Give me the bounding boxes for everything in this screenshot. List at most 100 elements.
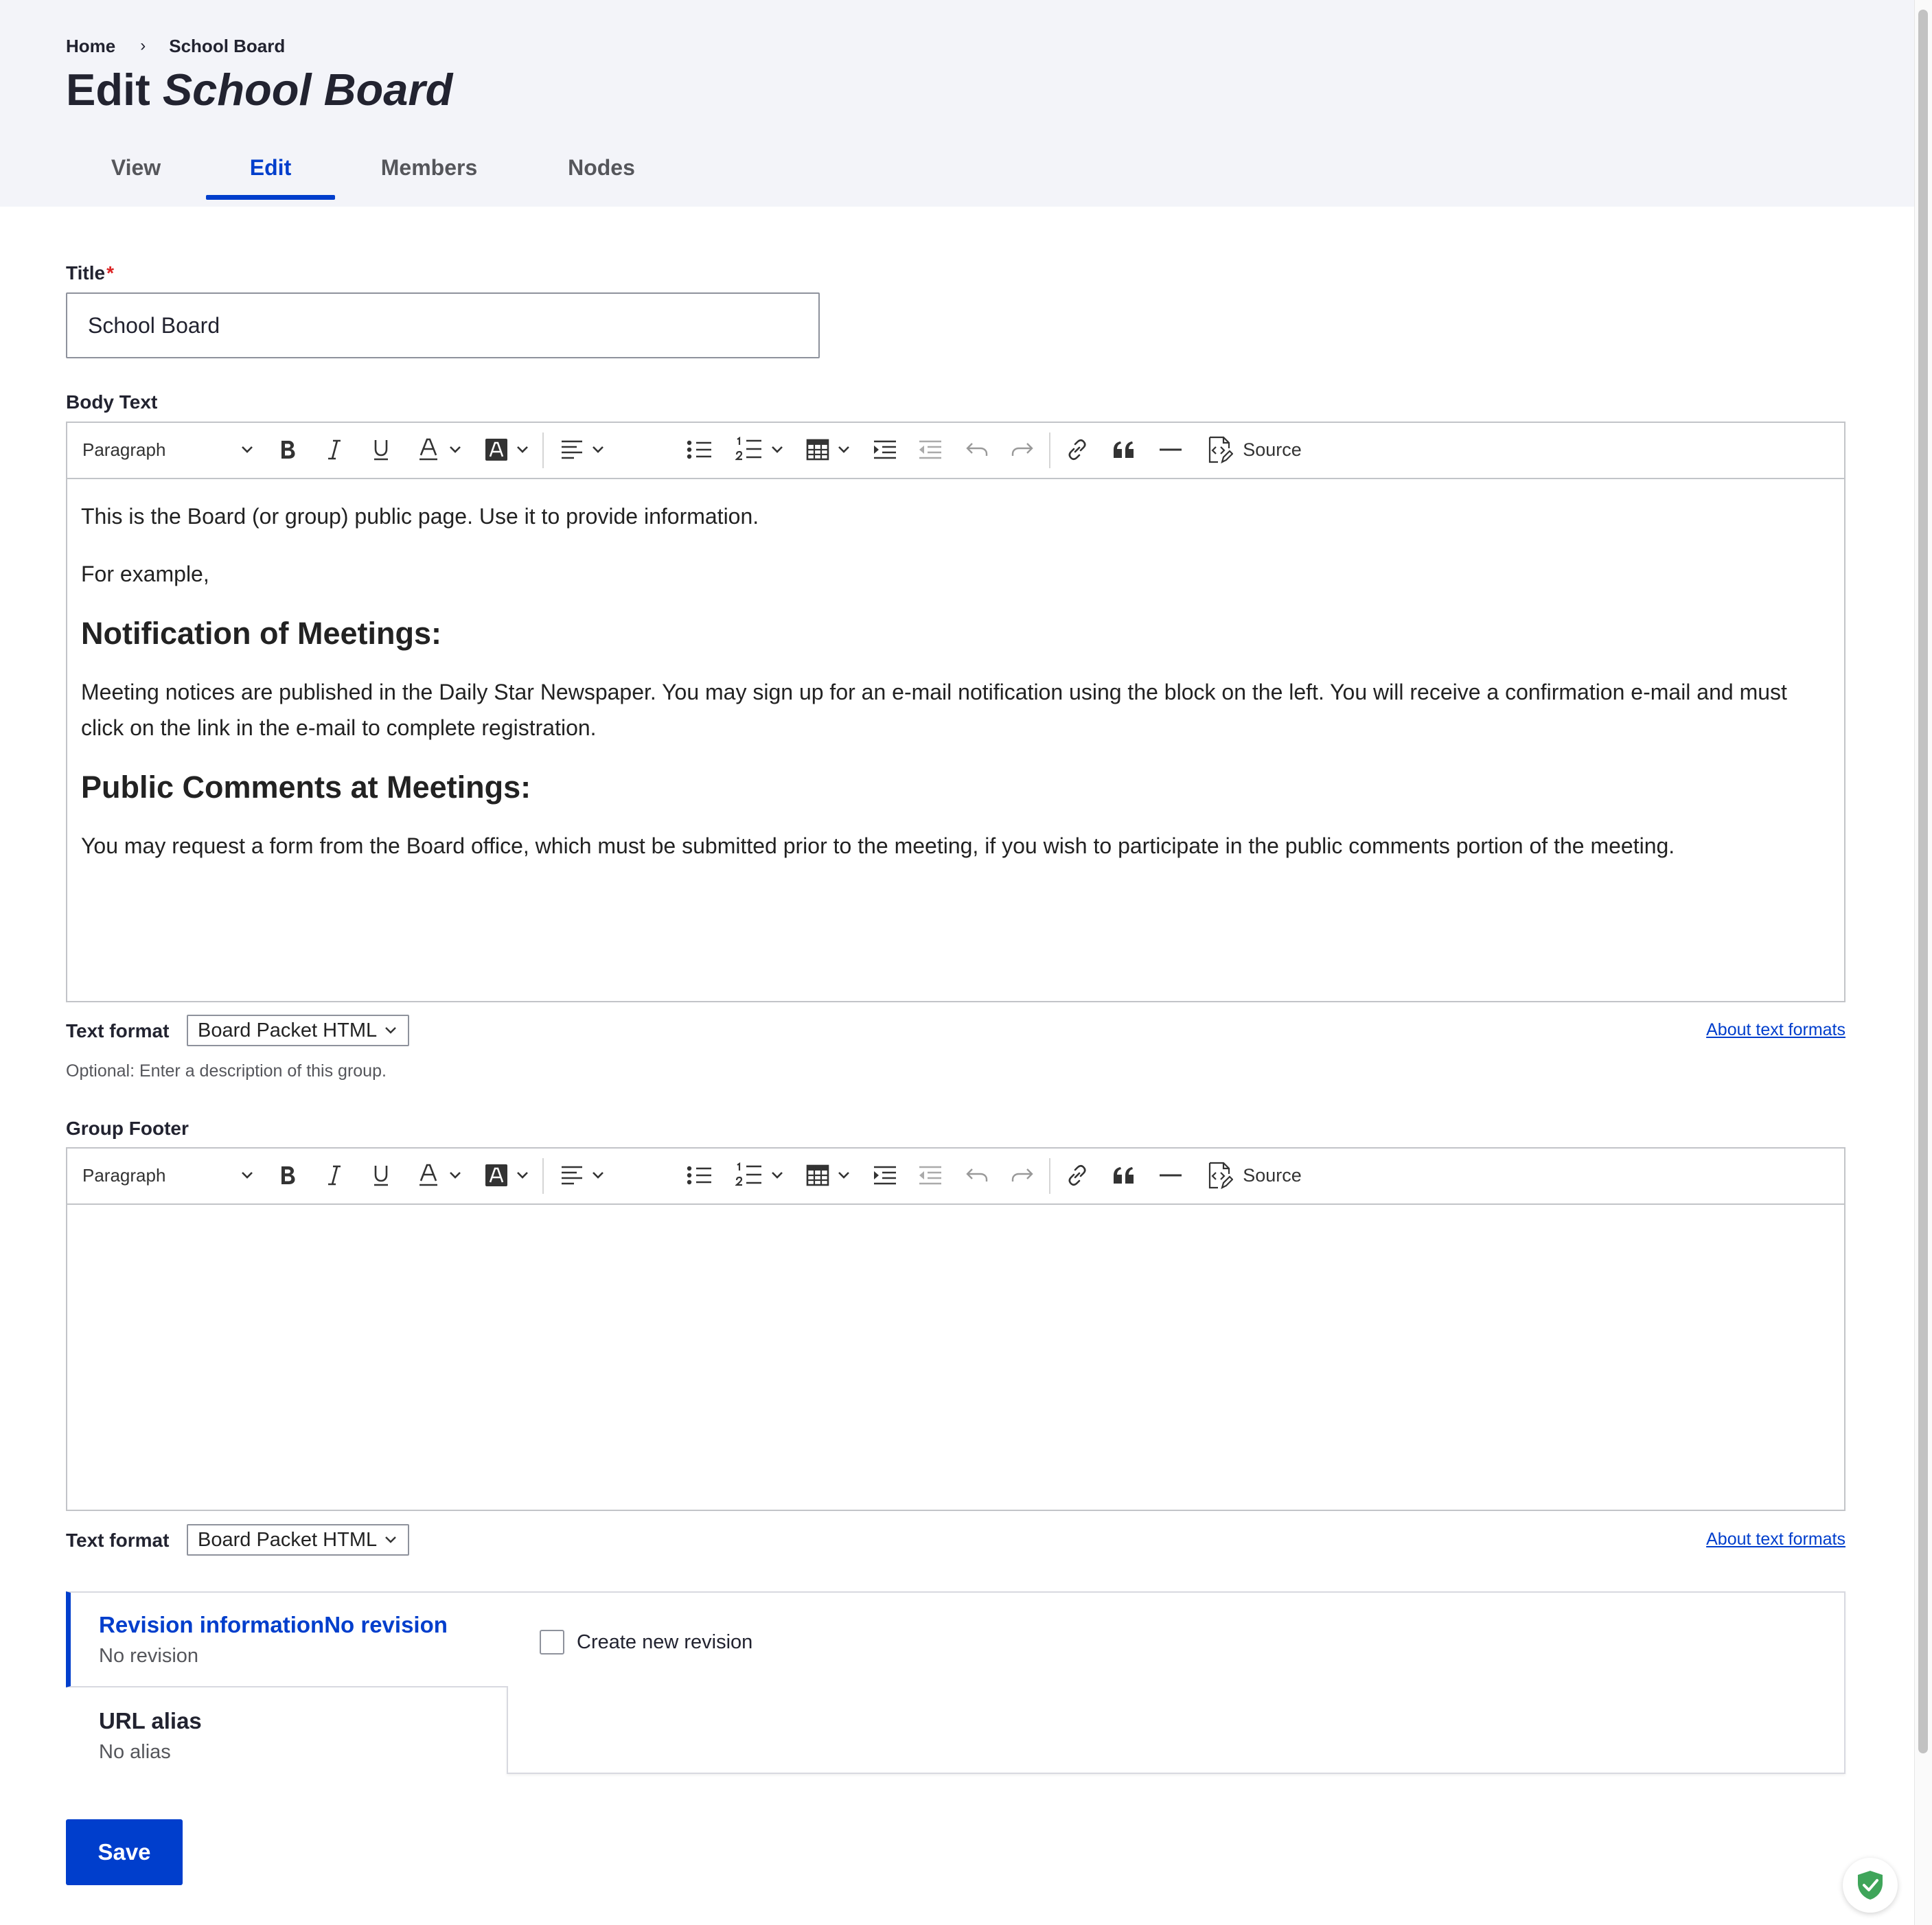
paragraph-style-dropdown[interactable]: Paragraph bbox=[82, 434, 254, 465]
chevron-down-icon bbox=[385, 1027, 396, 1034]
vertical-tab-revision-information[interactable] bbox=[66, 1591, 508, 1687]
paragraph-style-dropdown[interactable]: Paragraph bbox=[82, 1160, 254, 1191]
body-paragraph: You may request a form from the Board of… bbox=[81, 833, 1675, 858]
save-button[interactable]: Save bbox=[66, 1819, 183, 1885]
text-format-label: Text format bbox=[66, 1530, 170, 1551]
italic-icon[interactable] bbox=[319, 434, 350, 465]
chevron-down-icon bbox=[450, 1172, 461, 1179]
font-background-color-icon[interactable] bbox=[479, 1160, 534, 1191]
text-format-value: Board Packet HTML bbox=[198, 1528, 378, 1551]
breadcrumb-home-link[interactable]: Home bbox=[66, 36, 115, 57]
text-format-select[interactable]: Board Packet HTML bbox=[187, 1015, 409, 1046]
breadcrumb: Home › School Board bbox=[66, 34, 285, 58]
required-marker: * bbox=[106, 262, 114, 284]
chevron-down-icon bbox=[242, 1172, 253, 1179]
body-text-label: Body Text bbox=[66, 391, 158, 413]
page-title-prefix: Edit bbox=[66, 65, 150, 115]
about-text-formats-link[interactable]: About text formats bbox=[1706, 1020, 1845, 1040]
title-input[interactable] bbox=[66, 292, 820, 358]
alignment-icon[interactable] bbox=[555, 1160, 610, 1191]
font-color-icon[interactable] bbox=[412, 434, 467, 465]
source-icon bbox=[1209, 1162, 1234, 1189]
body-heading: Public Comments at Meetings: bbox=[81, 770, 531, 805]
create-new-revision-label[interactable]: Create new revision bbox=[577, 1630, 752, 1655]
undo-icon[interactable] bbox=[960, 1160, 994, 1191]
revision-information-title[interactable]: Revision informationNo revision bbox=[99, 1612, 448, 1638]
link-icon[interactable] bbox=[1060, 434, 1094, 465]
tab-active-indicator bbox=[206, 195, 335, 200]
table-icon[interactable] bbox=[801, 434, 855, 465]
source-button[interactable]: Source bbox=[1204, 434, 1304, 465]
table-icon[interactable] bbox=[801, 1160, 855, 1191]
indent-icon[interactable] bbox=[868, 434, 902, 465]
link-icon[interactable] bbox=[1060, 1160, 1094, 1191]
italic-icon[interactable] bbox=[319, 1160, 350, 1191]
body-editor: Paragraph Source This is the Board (or g… bbox=[66, 422, 1845, 1002]
toolbar-separator bbox=[542, 433, 544, 468]
numbered-list-icon[interactable] bbox=[729, 1160, 790, 1191]
bulleted-list-icon[interactable] bbox=[682, 434, 717, 465]
group-footer-label: Group Footer bbox=[66, 1118, 189, 1139]
paragraph-style-label: Paragraph bbox=[82, 439, 166, 460]
toolbar-separator bbox=[542, 1158, 544, 1194]
footer-editor: Paragraph Source bbox=[66, 1147, 1845, 1511]
undo-icon[interactable] bbox=[960, 434, 994, 465]
underline-icon[interactable] bbox=[365, 1160, 397, 1191]
body-paragraph: This is the Board (or group) public page… bbox=[81, 504, 759, 529]
body-editor-toolbar: Paragraph Source bbox=[67, 423, 1844, 479]
shield-check-icon bbox=[1858, 1871, 1883, 1900]
chevron-down-icon bbox=[838, 446, 849, 453]
chevron-down-icon bbox=[517, 1172, 528, 1179]
toolbar-separator bbox=[1049, 433, 1050, 468]
body-editor-content[interactable]: This is the Board (or group) public page… bbox=[67, 478, 1844, 1001]
create-new-revision-checkbox[interactable] bbox=[540, 1630, 564, 1655]
revision-information-summary: No revision bbox=[99, 1645, 199, 1667]
source-button[interactable]: Source bbox=[1204, 1160, 1304, 1191]
numbered-list-icon[interactable] bbox=[729, 434, 790, 465]
outdent-icon[interactable] bbox=[913, 1160, 947, 1191]
chevron-down-icon bbox=[772, 446, 783, 453]
tab-edit[interactable]: Edit bbox=[206, 152, 335, 200]
page-title: Edit School Board bbox=[66, 63, 452, 117]
bulleted-list-icon[interactable] bbox=[682, 1160, 717, 1191]
chevron-down-icon bbox=[772, 1172, 783, 1179]
redo-icon[interactable] bbox=[1005, 1160, 1039, 1191]
chevron-down-icon bbox=[450, 446, 461, 453]
blockquote-icon[interactable] bbox=[1107, 434, 1141, 465]
about-text-formats-link[interactable]: About text formats bbox=[1706, 1530, 1845, 1549]
security-badge[interactable] bbox=[1843, 1858, 1898, 1913]
chevron-down-icon bbox=[838, 1172, 849, 1179]
indent-icon[interactable] bbox=[868, 1160, 902, 1191]
breadcrumb-current: School Board bbox=[169, 35, 286, 56]
font-background-color-icon[interactable] bbox=[479, 434, 534, 465]
blockquote-icon[interactable] bbox=[1107, 1160, 1141, 1191]
paragraph-style-label: Paragraph bbox=[82, 1164, 166, 1186]
redo-icon[interactable] bbox=[1005, 434, 1039, 465]
footer-editor-content[interactable] bbox=[67, 1203, 1844, 1510]
url-alias-title[interactable]: URL alias bbox=[99, 1708, 202, 1734]
chevron-down-icon bbox=[385, 1536, 396, 1543]
tab-nodes[interactable]: Nodes bbox=[549, 152, 654, 200]
bold-icon[interactable] bbox=[272, 434, 303, 465]
horizontal-line-icon[interactable] bbox=[1153, 434, 1188, 465]
scrollbar-thumb[interactable] bbox=[1918, 10, 1928, 1753]
text-format-value: Board Packet HTML bbox=[198, 1019, 378, 1041]
font-color-icon[interactable] bbox=[412, 1160, 467, 1191]
text-format-label: Text format bbox=[66, 1020, 170, 1041]
horizontal-line-icon[interactable] bbox=[1153, 1160, 1188, 1191]
chevron-down-icon bbox=[593, 446, 603, 453]
page-title-emphasis: School Board bbox=[162, 65, 453, 115]
footer-editor-toolbar: Paragraph Source bbox=[67, 1149, 1844, 1205]
url-alias-summary: No alias bbox=[99, 1741, 171, 1763]
source-label: Source bbox=[1243, 439, 1302, 460]
bold-icon[interactable] bbox=[272, 1160, 303, 1191]
outdent-icon[interactable] bbox=[913, 434, 947, 465]
text-format-select[interactable]: Board Packet HTML bbox=[187, 1524, 409, 1556]
alignment-icon[interactable] bbox=[555, 434, 610, 465]
source-icon bbox=[1209, 436, 1234, 463]
tab-view[interactable]: View bbox=[93, 152, 179, 200]
chevron-down-icon bbox=[593, 1172, 603, 1179]
tab-members[interactable]: Members bbox=[364, 152, 494, 200]
body-help-text: Optional: Enter a description of this gr… bbox=[66, 1061, 387, 1081]
underline-icon[interactable] bbox=[365, 434, 397, 465]
